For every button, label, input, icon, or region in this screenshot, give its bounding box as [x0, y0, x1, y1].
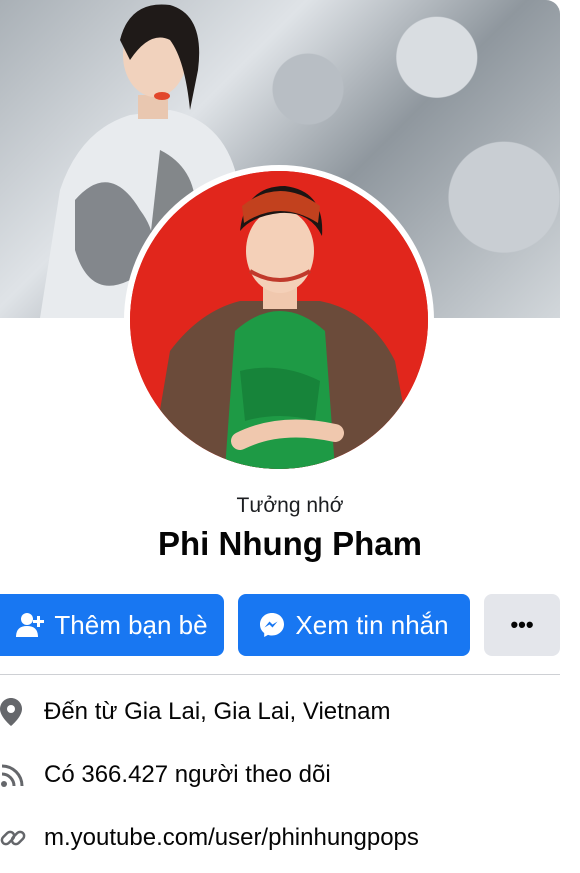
more-options-icon: •••: [510, 612, 534, 637]
website-link[interactable]: m.youtube.com/user/phinhungpops: [44, 824, 419, 852]
messenger-icon: [260, 613, 285, 637]
add-friend-label: Thêm bạn bè: [54, 609, 208, 640]
profile-name: Phi Nhung Pham: [158, 525, 422, 562]
section-divider: [0, 674, 560, 675]
followers-count: 366.427: [81, 761, 169, 788]
location-link[interactable]: Gia Lai, Gia Lai, Vietnam: [124, 698, 390, 726]
view-messages-button[interactable]: Xem tin nhắn: [238, 594, 470, 656]
website-row: m.youtube.com/user/phinhungpops: [0, 818, 419, 858]
more-options-button[interactable]: •••: [484, 594, 560, 656]
followers-suffix: người theo dõi: [168, 761, 331, 788]
link-icon: [0, 825, 44, 851]
memorial-label: Tưởng nhớ: [236, 494, 344, 517]
location-prefix: Đến từ: [44, 698, 125, 725]
view-messages-label: Xem tin nhắn: [295, 609, 449, 640]
person-plus-icon: [16, 613, 45, 637]
add-friend-button[interactable]: Thêm bạn bè: [0, 594, 224, 656]
location-pin-icon: [0, 698, 44, 726]
followers-row: Có 366.427 người theo dõi: [0, 755, 331, 795]
followers-prefix: Có: [44, 761, 82, 788]
profile-picture-image: [130, 171, 428, 469]
location-row: Đến từ Gia Lai, Gia Lai, Vietnam: [0, 692, 390, 732]
rss-feed-icon: [0, 762, 44, 788]
profile-picture[interactable]: [124, 165, 434, 475]
